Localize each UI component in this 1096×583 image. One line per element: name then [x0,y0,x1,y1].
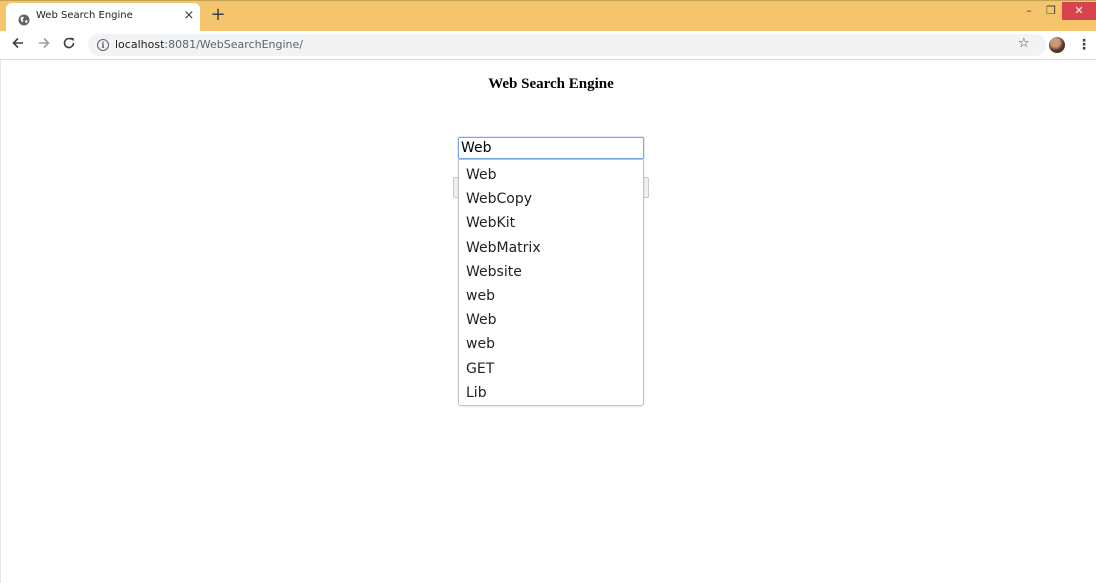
browser-toolbar: i localhost:8081/WebSearchEngine/ ☆ ⋮ [0,31,1096,60]
reload-icon[interactable] [60,36,78,54]
address-bar[interactable]: i localhost:8081/WebSearchEngine/ ☆ [88,34,1046,56]
page-edge [0,60,1,583]
suggestion-item[interactable]: WebMatrix [459,236,643,260]
browser-tab[interactable]: Web Search Engine × [6,3,200,31]
suggestion-item[interactable]: Lib [459,381,643,405]
tab-strip: Web Search Engine × + – ❐ ✕ [0,0,1096,31]
restore-button[interactable]: ❐ [1040,2,1062,20]
tab-close-icon[interactable]: × [182,9,196,23]
kebab-menu-icon[interactable]: ⋮ [1077,36,1091,54]
close-window-button[interactable]: ✕ [1062,2,1096,20]
url-path: :8081/WebSearchEngine/ [164,38,303,51]
globe-icon [18,11,30,26]
profile-avatar[interactable] [1049,37,1065,53]
suggestion-item[interactable]: WebKit [459,211,643,235]
minimize-button[interactable]: – [1018,2,1040,20]
suggestion-item[interactable]: WebCopy [459,187,643,211]
autocomplete-list: Web WebCopy WebKit WebMatrix Website web… [458,159,644,406]
page-title: Web Search Engine [488,76,614,92]
suggestion-item[interactable]: GET [459,357,643,381]
url-host: localhost [115,38,165,51]
window-top-border [0,0,1096,1]
suggestion-item[interactable]: Web [459,308,643,332]
search-input[interactable] [458,137,644,159]
suggestion-item[interactable]: Web [459,163,643,187]
tab-title: Web Search Engine [36,10,133,21]
bookmark-star-icon[interactable]: ☆ [1018,36,1030,51]
new-tab-button[interactable]: + [208,5,228,25]
info-icon[interactable]: i [97,39,109,51]
url-text: localhost:8081/WebSearchEngine/ [115,38,303,51]
suggestion-item[interactable]: web [459,332,643,356]
suggestion-item[interactable]: web [459,284,643,308]
suggestion-item[interactable]: Website [459,260,643,284]
forward-arrow-icon[interactable] [35,36,53,54]
back-arrow-icon[interactable] [9,36,27,54]
